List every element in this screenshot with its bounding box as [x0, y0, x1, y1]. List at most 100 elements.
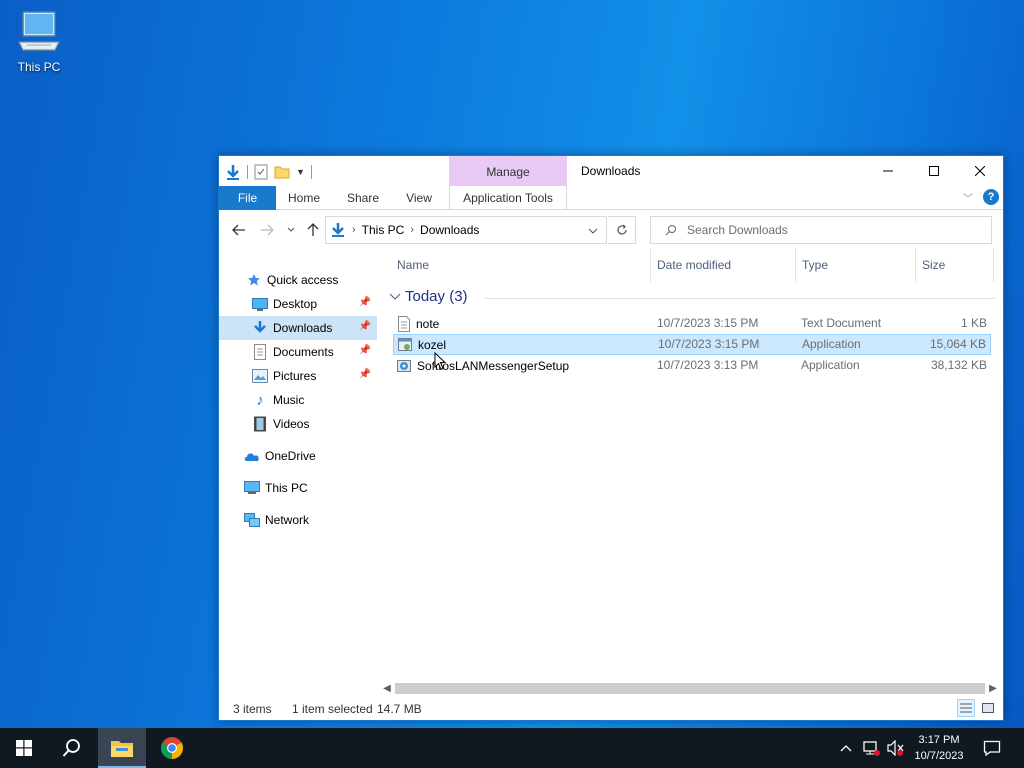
tab-view[interactable]: View	[397, 186, 441, 210]
start-button[interactable]	[0, 728, 48, 768]
sidebar-item-label: Pictures	[273, 369, 317, 383]
file-row[interactable]: SoftrosLANMessengerSetup 10/7/2023 3:13 …	[393, 355, 991, 376]
qat-customize-icon[interactable]: ▼	[296, 167, 305, 177]
up-arrow-icon	[307, 223, 319, 236]
search-icon	[62, 739, 80, 757]
title-bar[interactable]: ▼ Manage Downloads	[219, 156, 1003, 188]
large-icons-view-button[interactable]	[979, 699, 997, 717]
taskbar-file-explorer[interactable]	[98, 728, 146, 768]
file-type: Text Document	[801, 316, 882, 330]
sidebar-item-desktop[interactable]: Desktop 📌	[219, 292, 377, 316]
file-list: Name Date modified Type Size Today (3) n…	[385, 248, 995, 678]
sidebar-item-onedrive[interactable]: OneDrive	[219, 444, 377, 468]
search-box[interactable]	[650, 216, 992, 244]
qat-divider	[310, 165, 312, 179]
breadcrumb-downloads[interactable]: Downloads	[420, 223, 479, 237]
sidebar-item-pictures[interactable]: Pictures 📌	[219, 364, 377, 388]
downloads-icon	[251, 319, 269, 337]
sidebar-item-downloads[interactable]: Downloads 📌	[219, 316, 377, 340]
forward-button[interactable]	[257, 220, 277, 240]
text-document-icon	[398, 316, 410, 332]
new-folder-icon[interactable]	[274, 164, 290, 180]
column-header-name[interactable]: Name	[385, 248, 651, 282]
scroll-right-icon[interactable]: ▶	[985, 680, 1001, 697]
tab-share[interactable]: Share	[337, 186, 389, 210]
pin-icon[interactable]: 📌	[359, 369, 371, 380]
pin-icon[interactable]: 📌	[359, 321, 371, 332]
horizontal-scrollbar[interactable]: ◀ ▶	[379, 680, 1001, 697]
tab-file[interactable]: File	[219, 186, 276, 210]
refresh-button[interactable]	[608, 216, 636, 244]
scrollbar-thumb[interactable]	[395, 683, 985, 694]
column-header-size[interactable]: Size	[916, 248, 994, 282]
tab-application-tools[interactable]: Application Tools	[449, 186, 567, 210]
address-dropdown-icon[interactable]	[588, 223, 598, 237]
downloads-folder-icon	[332, 223, 344, 237]
pin-icon[interactable]: 📌	[359, 345, 371, 356]
taskbar-search-button[interactable]	[48, 728, 96, 768]
sidebar-item-this-pc[interactable]: This PC	[219, 476, 377, 500]
minimize-button[interactable]	[865, 156, 911, 186]
maximize-icon	[929, 166, 939, 176]
pin-icon[interactable]: 📌	[359, 297, 371, 308]
close-button[interactable]	[957, 156, 1003, 186]
file-date: 10/7/2023 3:15 PM	[657, 316, 759, 330]
taskbar-clock[interactable]: 3:17 PM 10/7/2023	[906, 732, 972, 764]
action-center-button[interactable]	[978, 728, 1006, 768]
sidebar-item-quick-access[interactable]: Quick access	[219, 268, 377, 292]
downloads-arrow-icon[interactable]	[225, 163, 241, 181]
recent-locations-button[interactable]	[281, 220, 301, 240]
sidebar-item-documents[interactable]: Documents 📌	[219, 340, 377, 364]
search-input[interactable]	[687, 223, 967, 237]
network-icon	[243, 511, 261, 529]
file-explorer-window: ▼ Manage Downloads File Home Share View …	[218, 155, 1004, 721]
show-hidden-icons-button[interactable]	[836, 728, 856, 768]
desktop-icon-label: This PC	[17, 60, 61, 74]
tab-home[interactable]: Home	[279, 186, 329, 210]
sidebar-item-label: Desktop	[273, 297, 318, 311]
breadcrumb-this-pc[interactable]: This PC	[362, 223, 405, 237]
clock-date: 10/7/2023	[914, 750, 964, 762]
column-label: Size	[922, 258, 946, 272]
this-pc-icon	[243, 479, 261, 497]
minimize-icon	[883, 170, 893, 172]
maximize-button[interactable]	[911, 156, 957, 186]
help-icon[interactable]: ?	[983, 189, 999, 205]
chevron-down-icon	[389, 293, 401, 300]
search-icon	[665, 225, 676, 236]
column-header-type[interactable]: Type	[796, 248, 916, 282]
pictures-icon	[251, 367, 269, 385]
column-header-date[interactable]: Date modified	[651, 248, 796, 282]
up-button[interactable]	[303, 220, 323, 240]
network-tray-icon[interactable]	[860, 728, 882, 768]
file-row[interactable]: note 10/7/2023 3:15 PM Text Document 1 K…	[393, 313, 991, 334]
sidebar-item-videos[interactable]: Videos	[219, 412, 377, 436]
back-button[interactable]	[229, 220, 249, 240]
refresh-icon	[616, 224, 627, 235]
this-pc-icon	[18, 11, 60, 51]
volume-tray-icon[interactable]	[884, 728, 906, 768]
file-type: Application	[802, 337, 861, 351]
sidebar-item-music[interactable]: ♪ Music	[219, 388, 377, 412]
sidebar-item-network[interactable]: Network	[219, 508, 377, 532]
file-row[interactable]: kozel 10/7/2023 3:15 PM Application 15,0…	[393, 334, 991, 355]
details-view-button[interactable]	[957, 699, 975, 717]
taskbar-chrome[interactable]	[148, 728, 196, 768]
properties-icon[interactable]	[254, 164, 268, 180]
sidebar-item-label: Quick access	[267, 273, 339, 287]
desktop-icon-this-pc[interactable]: This PC	[10, 8, 68, 76]
column-label: Date modified	[657, 258, 732, 272]
status-item-count: 3 items	[233, 702, 272, 716]
clock-time: 3:17 PM	[918, 734, 960, 746]
large-icons-view-icon	[982, 703, 994, 713]
scroll-left-icon[interactable]: ◀	[379, 680, 395, 697]
start-icon	[16, 740, 32, 756]
file-name: kozel	[418, 337, 447, 352]
group-header-today[interactable]: Today (3)	[385, 288, 995, 305]
sidebar-item-label: Network	[265, 513, 310, 527]
file-name: note	[416, 317, 440, 331]
file-date: 10/7/2023 3:15 PM	[658, 337, 760, 351]
desktop-icon	[251, 295, 269, 313]
expand-ribbon-icon[interactable]: ﹀	[963, 190, 973, 205]
address-bar[interactable]: › This PC › Downloads	[325, 216, 607, 244]
